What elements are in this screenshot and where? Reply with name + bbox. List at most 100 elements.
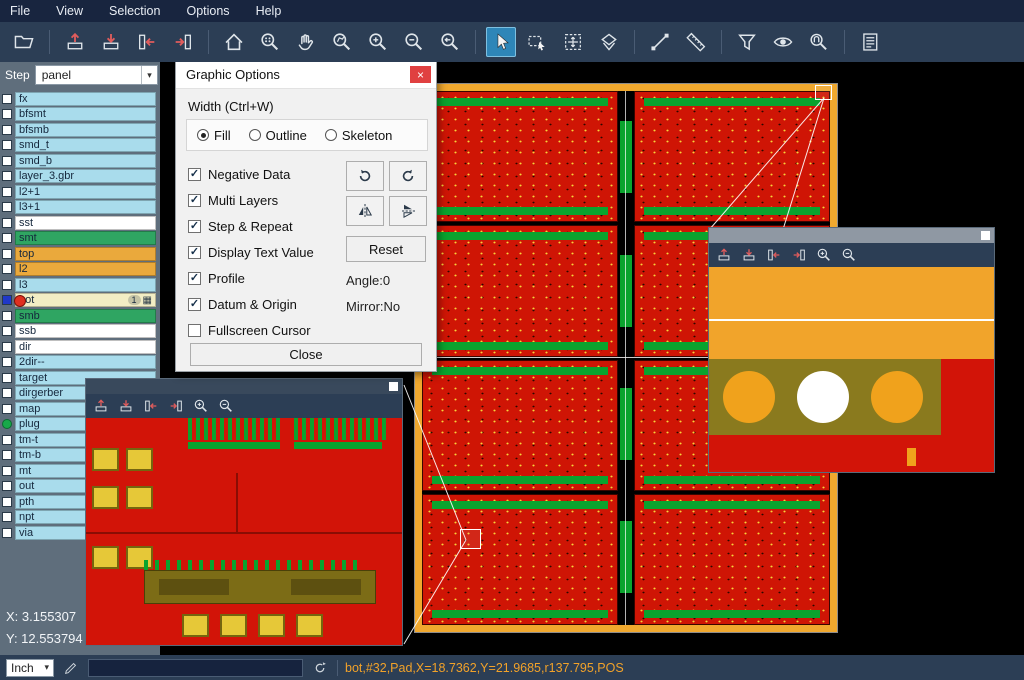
zoom-out-button[interactable] [216,396,236,416]
layer-row-2dir--[interactable]: 2dir-- [0,355,160,371]
line-button[interactable] [645,27,675,57]
layer-color-bar[interactable]: ssb [15,324,156,338]
layer-visibility-checkbox[interactable] [2,435,12,445]
layer-visibility-checkbox[interactable] [2,497,12,507]
layers-diamond-button[interactable] [594,27,624,57]
layer-visibility-checkbox[interactable] [2,388,12,398]
layer-visibility-checkbox[interactable] [2,466,12,476]
layer-color-bar[interactable]: bfsmb [15,123,156,137]
layer-row-l2+1[interactable]: l2+1 [0,184,160,200]
zoom-preview-canvas[interactable] [86,418,402,645]
layer-visibility-checkbox[interactable] [2,109,12,119]
command-input[interactable] [88,659,303,677]
window-title-bar[interactable] [86,379,402,394]
layer-color-bar[interactable]: l2+1 [15,185,156,199]
layer-visibility-checkbox[interactable] [2,171,12,181]
step-select[interactable]: panel ▾ [35,65,158,85]
shift-left-button[interactable] [764,245,784,265]
checkbox-icon[interactable]: ✓ [188,220,201,233]
layer-visibility-checkbox[interactable] [2,218,12,228]
pan-button[interactable] [291,27,321,57]
layer-color-bar[interactable]: l2 [15,262,156,276]
shift-right-button[interactable] [166,396,186,416]
radio-outline[interactable]: Outline [249,128,307,143]
layer-row-smd_b[interactable]: smd_b [0,153,160,169]
option-datum-origin[interactable]: ✓Datum & Origin [188,291,338,317]
net-search-button[interactable] [804,27,834,57]
layer-row-l2[interactable]: l2 [0,262,160,278]
zoom-shape-button[interactable] [327,27,357,57]
radio-icon[interactable] [197,129,209,141]
option-negative-data[interactable]: ✓Negative Data [188,161,338,187]
layer-visibility-checkbox[interactable] [2,156,12,166]
refresh-button[interactable] [310,658,330,678]
chevron-down-icon[interactable]: ▾ [141,66,157,84]
radio-icon[interactable] [249,129,261,141]
option-display-text-value[interactable]: ✓Display Text Value [188,239,338,265]
menu-view[interactable]: View [56,4,83,18]
menu-selection[interactable]: Selection [109,4,160,18]
zoom-in-button[interactable] [363,27,393,57]
import-top-button[interactable] [91,396,111,416]
rect-select-button[interactable] [522,27,552,57]
zoom-previous-button[interactable] [435,27,465,57]
layer-row-l3[interactable]: l3 [0,277,160,293]
layer-color-bar[interactable]: sst [15,216,156,230]
dialog-close-icon[interactable]: × [410,66,431,83]
layer-row-ssb[interactable]: ssb [0,324,160,340]
checkbox-icon[interactable]: ✓ [188,246,201,259]
transform-button[interactable] [558,27,588,57]
shift-left-button[interactable] [132,27,162,57]
layer-row-smt[interactable]: smt [0,231,160,247]
layer-color-bar[interactable]: top [15,247,156,261]
layer-visibility-checkbox[interactable] [2,187,12,197]
zoom-preview-canvas[interactable] [709,267,994,472]
layer-visibility-checkbox[interactable] [2,326,12,336]
zoom-in-button[interactable] [814,245,834,265]
checkbox-icon[interactable]: ✓ [188,168,201,181]
layer-color-bar[interactable]: bot1▦ [15,293,156,307]
layer-row-sst[interactable]: sst [0,215,160,231]
checkbox-icon[interactable] [188,324,201,337]
layer-visibility-checkbox[interactable] [2,233,12,243]
reset-button[interactable]: Reset [346,236,426,262]
import-top-button[interactable] [714,245,734,265]
window-control-button[interactable] [981,231,990,240]
layer-visibility-checkbox[interactable] [2,94,12,104]
layer-color-bar[interactable]: layer_3.gbr [15,169,156,183]
layer-visibility-checkbox[interactable] [2,125,12,135]
layer-visibility-checkbox[interactable] [2,373,12,383]
rotate-ccw-button[interactable] [389,161,427,191]
layer-visibility-checkbox[interactable] [2,202,12,212]
shift-left-button[interactable] [141,396,161,416]
shift-right-button[interactable] [168,27,198,57]
open-folder-button[interactable] [9,27,39,57]
menu-help[interactable]: Help [256,4,282,18]
layer-row-smb[interactable]: smb [0,308,160,324]
dialog-title-bar[interactable]: Graphic Options × [176,61,436,89]
layer-row-smd_t[interactable]: smd_t [0,138,160,154]
layer-visibility-checkbox[interactable] [2,342,12,352]
zoom-out-button[interactable] [399,27,429,57]
layer-visibility-checkbox[interactable] [2,357,12,367]
layer-color-bar[interactable]: smt [15,231,156,245]
layer-row-bfsmb[interactable]: bfsmb [0,122,160,138]
layer-row-dir[interactable]: dir [0,339,160,355]
layer-row-bot[interactable]: bot1▦ [0,293,160,309]
layer-visibility-checkbox[interactable] [2,481,12,491]
rotate-cw-button[interactable] [346,161,384,191]
close-button[interactable]: Close [190,343,422,366]
zoom-region-button[interactable] [255,27,285,57]
layer-color-bar[interactable]: 2dir-- [15,355,156,369]
import-bottom-button[interactable] [116,396,136,416]
mirror-h-button[interactable] [346,196,384,226]
layer-visibility-checkbox[interactable] [2,311,12,321]
layer-color-bar[interactable]: smd_b [15,154,156,168]
layer-color-bar[interactable]: smd_t [15,138,156,152]
layer-visibility-checkbox[interactable] [2,450,12,460]
layer-visibility-checkbox[interactable] [2,404,12,414]
window-title-bar[interactable] [709,228,994,243]
filter-button[interactable] [732,27,762,57]
window-control-button[interactable] [389,382,398,391]
shift-right-button[interactable] [789,245,809,265]
